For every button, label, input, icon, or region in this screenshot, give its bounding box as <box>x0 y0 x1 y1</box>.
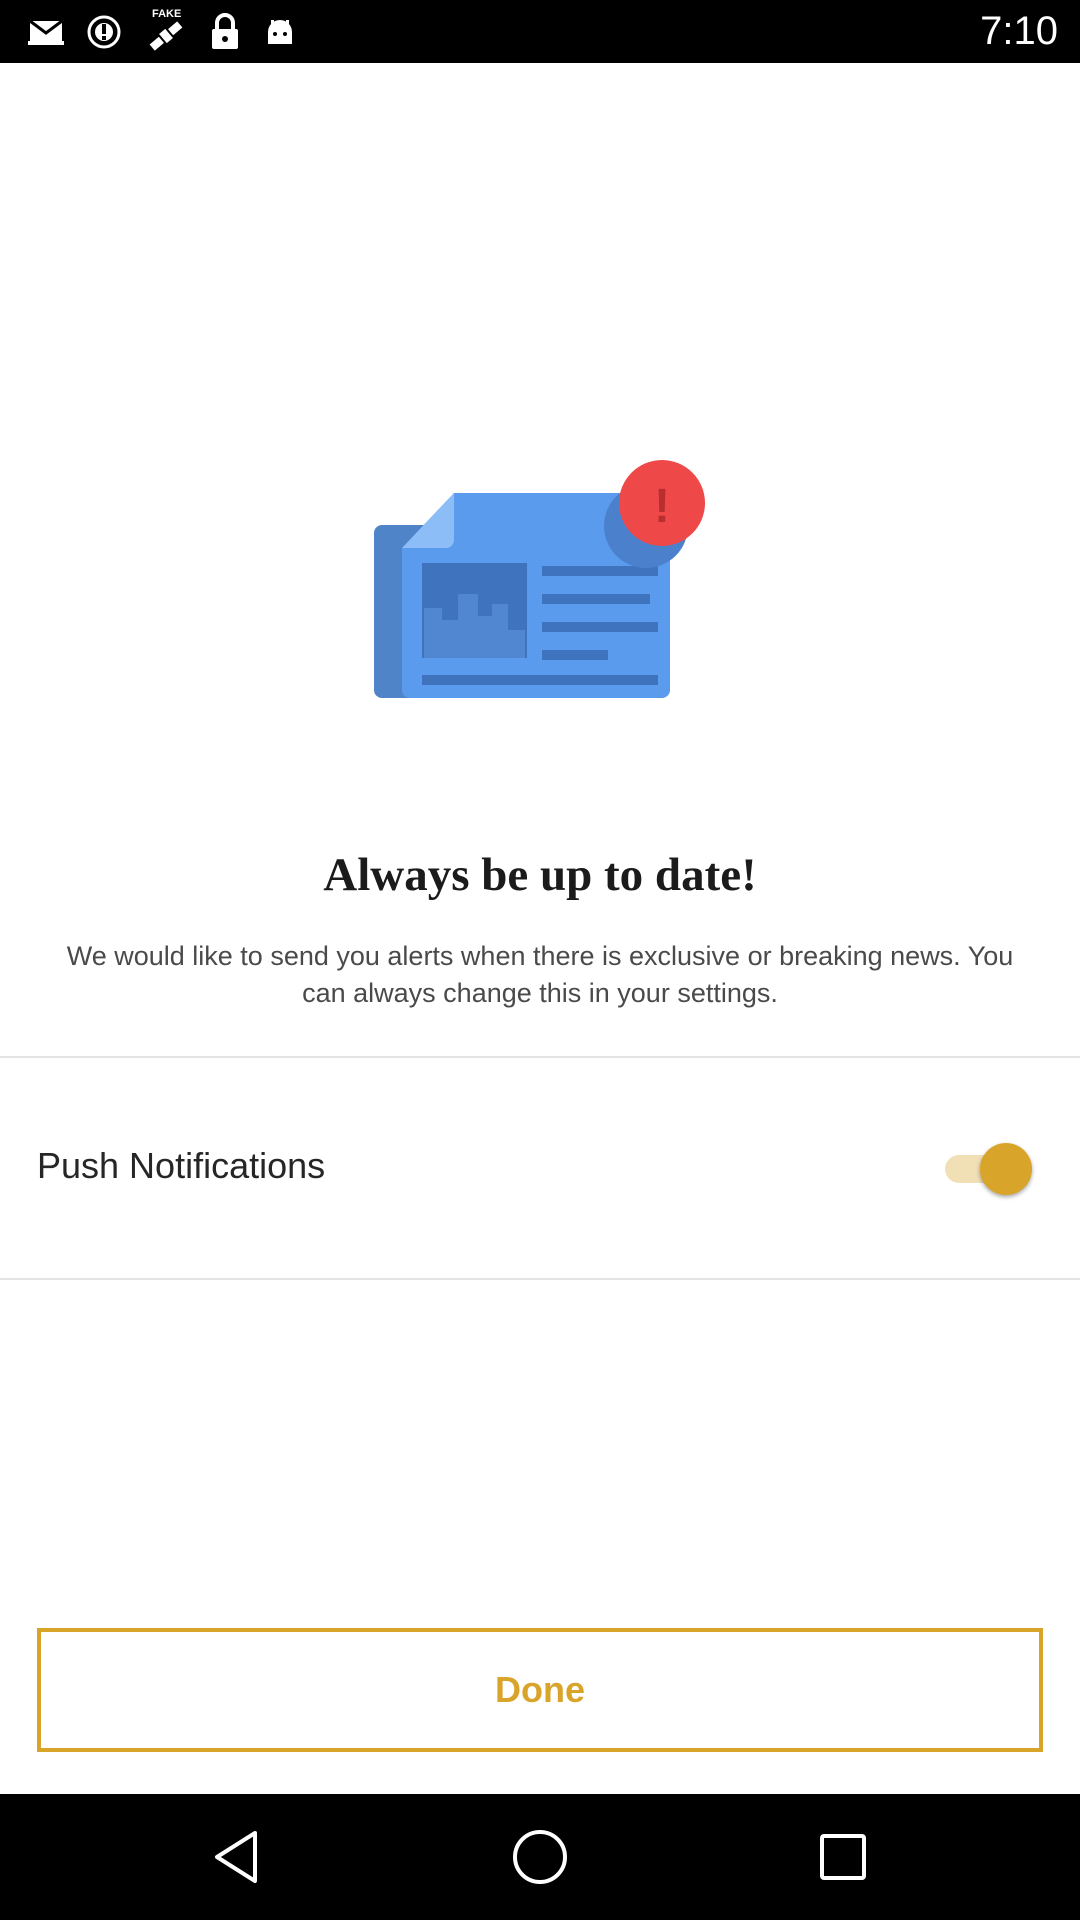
push-notifications-row[interactable]: Push Notifications <box>0 1058 1080 1278</box>
newspaper-alert-icon: ! <box>370 460 710 720</box>
status-bar: FAKE 7:10 <box>0 0 1080 63</box>
alert-circle-icon <box>86 14 122 50</box>
alert-badge-symbol: ! <box>654 480 670 533</box>
push-notifications-label: Push Notifications <box>37 1145 326 1186</box>
lock-icon <box>210 13 240 51</box>
fake-gps-satellite-icon: FAKE <box>144 8 188 54</box>
navigation-bar <box>0 1794 1080 1920</box>
back-icon[interactable] <box>201 1822 271 1892</box>
status-bar-notification-icons: FAKE <box>28 8 298 54</box>
page-description: We would like to send you alerts when th… <box>66 941 1014 1008</box>
home-icon[interactable] <box>505 1822 575 1892</box>
push-notifications-toggle[interactable] <box>945 1141 1035 1195</box>
recents-icon[interactable] <box>808 1822 878 1892</box>
status-bar-clock: 7:10 <box>980 9 1058 53</box>
done-button[interactable]: Done <box>37 1628 1043 1752</box>
mail-icon <box>28 17 64 47</box>
divider <box>0 1278 1080 1280</box>
android-icon <box>262 14 298 50</box>
fake-label: FAKE <box>152 8 182 20</box>
page-title: Always be up to date! <box>323 849 757 901</box>
toggle-thumb <box>980 1143 1032 1195</box>
